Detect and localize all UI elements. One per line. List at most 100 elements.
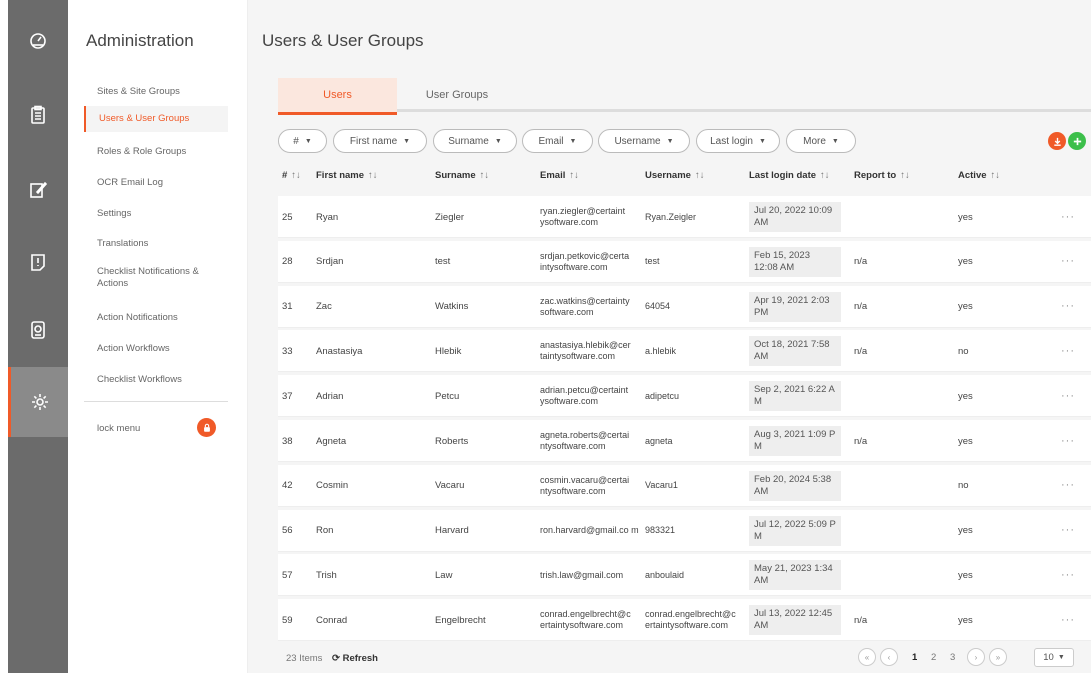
last-login-value: Jul 12, 2022 5:09 P M — [749, 515, 841, 546]
column-header-first-name[interactable]: First name ↑↓ — [316, 170, 378, 181]
last-login-value: Aug 3, 2021 1:09 P M — [749, 426, 841, 456]
table-row[interactable]: 42 Cosmin Vacaru cosmin.vacaru@certai ntyso… — [278, 464, 1091, 507]
sort-icon: ↑↓ — [368, 170, 378, 181]
cell-id: 59 — [282, 614, 293, 626]
cell-id: 56 — [282, 525, 293, 537]
dashboard-icon[interactable] — [8, 8, 68, 72]
filter-more[interactable]: More ▼ — [786, 129, 856, 153]
column-header-active-label: Active — [958, 170, 987, 181]
cell-id: 42 — [282, 480, 293, 492]
table-row[interactable]: 31 Zac Watkins zac.watkins@certainty softwa… — [278, 285, 1091, 328]
column-header-id-label: # — [282, 170, 288, 181]
prev-page-button[interactable]: ‹ — [880, 648, 898, 666]
cell-email: ryan.ziegler@certaint ysoftware.com — [540, 206, 626, 227]
sort-icon: ↑↓ — [479, 170, 490, 181]
row-actions-button[interactable]: ··· — [1061, 510, 1085, 552]
timer-icon[interactable] — [8, 298, 68, 362]
cell-active: yes — [958, 614, 973, 626]
row-actions-button[interactable]: ··· — [1061, 196, 1085, 238]
add-user-icon[interactable] — [1068, 132, 1086, 150]
row-actions-button[interactable]: ··· — [1061, 554, 1085, 596]
settings-icon[interactable] — [8, 367, 68, 437]
row-actions-button[interactable]: ··· — [1061, 286, 1085, 328]
cell-surname: Hlebik — [435, 345, 462, 357]
row-actions-button[interactable]: ··· — [1061, 241, 1085, 283]
cell-first-name: Cosmin — [316, 480, 349, 492]
first-page-button[interactable]: « — [858, 648, 876, 666]
column-header-active[interactable]: Active ↑↓ — [958, 170, 1000, 181]
cell-email: trish.law@gmail.com — [540, 569, 624, 580]
column-header-id[interactable]: # ↑↓ — [282, 170, 301, 181]
sidebar-item-users[interactable]: Users & User Groups — [84, 106, 228, 132]
column-header-surname[interactable]: Surname ↑↓ — [435, 170, 489, 181]
refresh-button[interactable]: ⟳ Refresh — [332, 653, 378, 664]
table-row[interactable]: 25 Ryan Ziegler ryan.ziegler@certaint ysoft… — [278, 196, 1091, 238]
cell-report-to: n/a — [854, 614, 868, 626]
cell-email: srdjan.petkovic@certa intysoftware.com — [540, 250, 630, 272]
sidebar-item-action-notifications[interactable]: Action Notifications — [84, 308, 228, 328]
filter-first-name[interactable]: First name ▼ — [333, 129, 427, 153]
table-row[interactable]: 59 Conrad Engelbrecht conrad.engelbrecht@c … — [278, 599, 1091, 642]
icon-rail — [8, 0, 68, 673]
sidebar-item-checklist-notifications[interactable]: Checklist Notifications & Actions — [84, 262, 228, 294]
cell-report-to — [854, 375, 944, 417]
page-1[interactable]: 1 — [912, 652, 917, 663]
filter-surname[interactable]: Surname ▼ — [433, 129, 517, 153]
table-row[interactable]: 56 Ron Harvard ron.harvard@gmail.co m 983321… — [278, 509, 1091, 552]
filter-email-label: Email — [538, 135, 564, 147]
page-2[interactable]: 2 — [931, 652, 936, 663]
edit-icon[interactable] — [8, 158, 68, 222]
cell-active: yes — [958, 435, 973, 447]
cell-active: yes — [958, 525, 973, 537]
row-actions-button[interactable]: ··· — [1061, 465, 1085, 507]
filter-username[interactable]: Username ▼ — [598, 129, 690, 153]
row-actions-button[interactable]: ··· — [1061, 375, 1085, 417]
table-row[interactable]: 33 Anastasiya Hlebik anastasiya.hlebik@cer … — [278, 330, 1091, 373]
filter-email[interactable]: Email ▼ — [522, 129, 593, 153]
sidebar-item-translations[interactable]: Translations — [84, 234, 228, 254]
cell-surname: Petcu — [435, 390, 460, 402]
row-actions-button[interactable]: ··· — [1061, 420, 1085, 462]
table-row[interactable]: 28 Srdjan test srdjan.petkovic@certa intyso… — [278, 240, 1091, 283]
filter-last-login[interactable]: Last login ▼ — [696, 129, 780, 153]
cell-report-to — [854, 554, 944, 596]
column-header-report-to[interactable]: Report to ↑↓ — [854, 170, 910, 181]
sidebar-item-action-workflows[interactable]: Action Workflows — [84, 339, 228, 359]
cell-first-name: Ryan — [316, 211, 339, 223]
tab-users[interactable]: Users — [278, 78, 397, 115]
sidebar-item-sites[interactable]: Sites & Site Groups — [84, 82, 228, 102]
cell-report-to: n/a — [854, 345, 868, 357]
chevron-down-icon: ▼ — [304, 137, 312, 145]
next-page-button[interactable]: › — [967, 648, 985, 666]
row-actions-button[interactable]: ··· — [1061, 599, 1085, 641]
sort-icon: ↑↓ — [900, 170, 910, 181]
table-row[interactable]: 38 Agneta Roberts agneta.roberts@certai nty… — [278, 420, 1091, 462]
sidebar-item-checklist-workflows[interactable]: Checklist Workflows — [84, 370, 228, 390]
cell-last-login: Oct 18, 2021 7:58 AM — [749, 330, 851, 372]
page-size-select[interactable]: 10 ▼ — [1034, 648, 1074, 667]
sidebar-item-settings[interactable]: Settings — [84, 204, 228, 224]
alert-icon[interactable] — [8, 230, 68, 294]
column-header-email[interactable]: Email ↑↓ — [540, 170, 579, 181]
sidebar-item-ocr-email-log[interactable]: OCR Email Log — [84, 173, 228, 193]
cell-id: 25 — [282, 211, 293, 223]
filter-id[interactable]: # ▼ — [278, 129, 327, 153]
cell-first-name: Zac — [316, 301, 332, 313]
cell-first-name: Ron — [316, 525, 334, 537]
column-header-last-login-label: Last login date — [749, 170, 817, 181]
download-icon[interactable] — [1048, 132, 1066, 150]
column-header-last-login[interactable]: Last login date ↑↓ — [749, 170, 830, 181]
lock-icon[interactable] — [197, 418, 216, 437]
cell-email: ron.harvard@gmail.co m — [540, 525, 639, 536]
cell-username: 64054 — [645, 301, 671, 312]
table-row[interactable]: 57 Trish Law trish.law@gmail.com anboulaid Ma… — [278, 554, 1091, 597]
cell-surname: Harvard — [435, 525, 469, 537]
row-actions-button[interactable]: ··· — [1061, 330, 1085, 372]
clipboard-icon[interactable] — [8, 83, 68, 147]
table-row[interactable]: 37 Adrian Petcu adrian.petcu@certaint ysoft… — [278, 375, 1091, 418]
column-header-username[interactable]: Username ↑↓ — [645, 170, 704, 181]
tab-user-groups[interactable]: User Groups — [397, 78, 517, 112]
sidebar-item-roles[interactable]: Roles & Role Groups — [84, 142, 228, 162]
page-3[interactable]: 3 — [950, 652, 955, 663]
last-page-button[interactable]: » — [989, 648, 1007, 666]
